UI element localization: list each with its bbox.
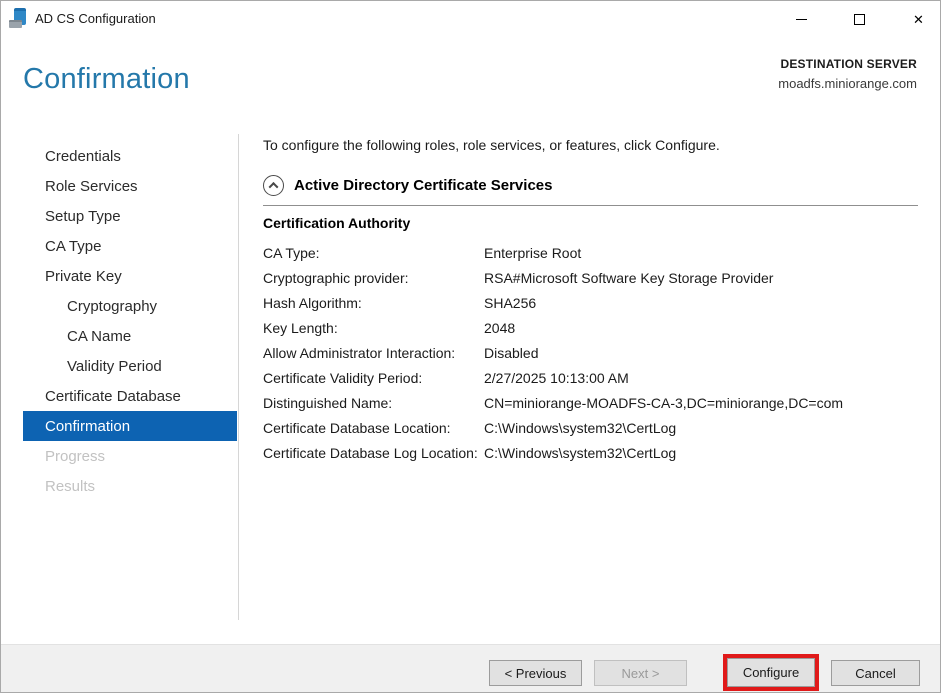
nav-item-credentials[interactable]: Credentials bbox=[23, 141, 237, 171]
close-icon: ✕ bbox=[913, 13, 924, 26]
summary-row-label: Certificate Database Log Location: bbox=[263, 441, 484, 466]
summary-row-label: Certificate Database Location: bbox=[263, 416, 484, 441]
summary-row-label: Distinguished Name: bbox=[263, 391, 484, 416]
destination-server-label: DESTINATION SERVER bbox=[778, 57, 917, 71]
summary-row-value: C:\Windows\system32\CertLog bbox=[484, 441, 919, 466]
nav-item-setup-type[interactable]: Setup Type bbox=[23, 201, 237, 231]
sidebar-divider bbox=[238, 134, 239, 620]
nav-item-results: Results bbox=[23, 471, 237, 501]
nav-item-validity-period[interactable]: Validity Period bbox=[23, 351, 237, 381]
wizard-footer: < Previous Next > Configure Cancel bbox=[1, 644, 940, 693]
summary-row-value: CN=miniorange-MOADFS-CA-3,DC=miniorange,… bbox=[484, 391, 919, 416]
section-divider bbox=[263, 205, 918, 206]
summary-row-value: SHA256 bbox=[484, 291, 919, 316]
summary-row-value: Enterprise Root bbox=[484, 241, 919, 266]
summary-row-value: RSA#Microsoft Software Key Storage Provi… bbox=[484, 266, 919, 291]
destination-server-block: DESTINATION SERVER moadfs.miniorange.com bbox=[778, 57, 917, 91]
summary-row-label: CA Type: bbox=[263, 241, 484, 266]
next-button: Next > bbox=[594, 660, 687, 686]
nav-item-private-key[interactable]: Private Key bbox=[23, 261, 237, 291]
configure-highlight-annotation: Configure bbox=[723, 654, 819, 691]
summary-row-label: Allow Administrator Interaction: bbox=[263, 341, 484, 366]
previous-button[interactable]: < Previous bbox=[489, 660, 582, 686]
adcs-section-title: Active Directory Certificate Services bbox=[294, 177, 552, 194]
summary-row-value: C:\Windows\system32\CertLog bbox=[484, 416, 919, 441]
page-title: Confirmation bbox=[23, 63, 190, 96]
summary-row-label: Certificate Validity Period: bbox=[263, 366, 484, 391]
summary-rows: CA Type: Enterprise Root Cryptographic p… bbox=[263, 241, 919, 466]
summary-row-value: 2048 bbox=[484, 316, 919, 341]
summary-row-value: 2/27/2025 10:13:00 AM bbox=[484, 366, 919, 391]
certification-authority-heading: Certification Authority bbox=[263, 215, 410, 231]
wizard-nav: Credentials Role Services Setup Type CA … bbox=[23, 141, 237, 501]
summary-row: Key Length: 2048 bbox=[263, 316, 919, 341]
cancel-button[interactable]: Cancel bbox=[831, 660, 920, 686]
intro-text: To configure the following roles, role s… bbox=[263, 137, 720, 153]
maximize-button[interactable] bbox=[837, 2, 882, 36]
close-button[interactable]: ✕ bbox=[896, 2, 941, 36]
nav-item-cryptography[interactable]: Cryptography bbox=[23, 291, 237, 321]
summary-row: Certificate Database Log Location: C:\Wi… bbox=[263, 441, 919, 466]
nav-item-progress: Progress bbox=[23, 441, 237, 471]
nav-item-role-services[interactable]: Role Services bbox=[23, 171, 237, 201]
nav-item-ca-name[interactable]: CA Name bbox=[23, 321, 237, 351]
minimize-icon bbox=[796, 19, 807, 20]
title-bar: AD CS Configuration ✕ bbox=[1, 1, 940, 37]
summary-row: Allow Administrator Interaction: Disable… bbox=[263, 341, 919, 366]
destination-server-name: moadfs.miniorange.com bbox=[778, 76, 917, 91]
minimize-button[interactable] bbox=[779, 2, 824, 36]
nav-item-confirmation[interactable]: Confirmation bbox=[23, 411, 237, 441]
window-title: AD CS Configuration bbox=[35, 1, 156, 37]
summary-row: Certificate Database Location: C:\Window… bbox=[263, 416, 919, 441]
summary-row: Hash Algorithm: SHA256 bbox=[263, 291, 919, 316]
summary-row: Distinguished Name: CN=miniorange-MOADFS… bbox=[263, 391, 919, 416]
adcs-section-header: Active Directory Certificate Services bbox=[263, 175, 552, 196]
summary-row: CA Type: Enterprise Root bbox=[263, 241, 919, 266]
nav-item-ca-type[interactable]: CA Type bbox=[23, 231, 237, 261]
server-icon bbox=[9, 8, 29, 29]
summary-row-label: Hash Algorithm: bbox=[263, 291, 484, 316]
summary-row: Certificate Validity Period: 2/27/2025 1… bbox=[263, 366, 919, 391]
summary-row-label: Key Length: bbox=[263, 316, 484, 341]
configure-button[interactable]: Configure bbox=[727, 658, 815, 687]
summary-row-label: Cryptographic provider: bbox=[263, 266, 484, 291]
chevron-up-circle-icon[interactable] bbox=[263, 175, 284, 196]
nav-item-certificate-database[interactable]: Certificate Database bbox=[23, 381, 237, 411]
adcs-configuration-window: AD CS Configuration ✕ Confirmation DESTI… bbox=[0, 0, 941, 693]
summary-row-value: Disabled bbox=[484, 341, 919, 366]
maximize-icon bbox=[854, 14, 865, 25]
summary-row: Cryptographic provider: RSA#Microsoft So… bbox=[263, 266, 919, 291]
